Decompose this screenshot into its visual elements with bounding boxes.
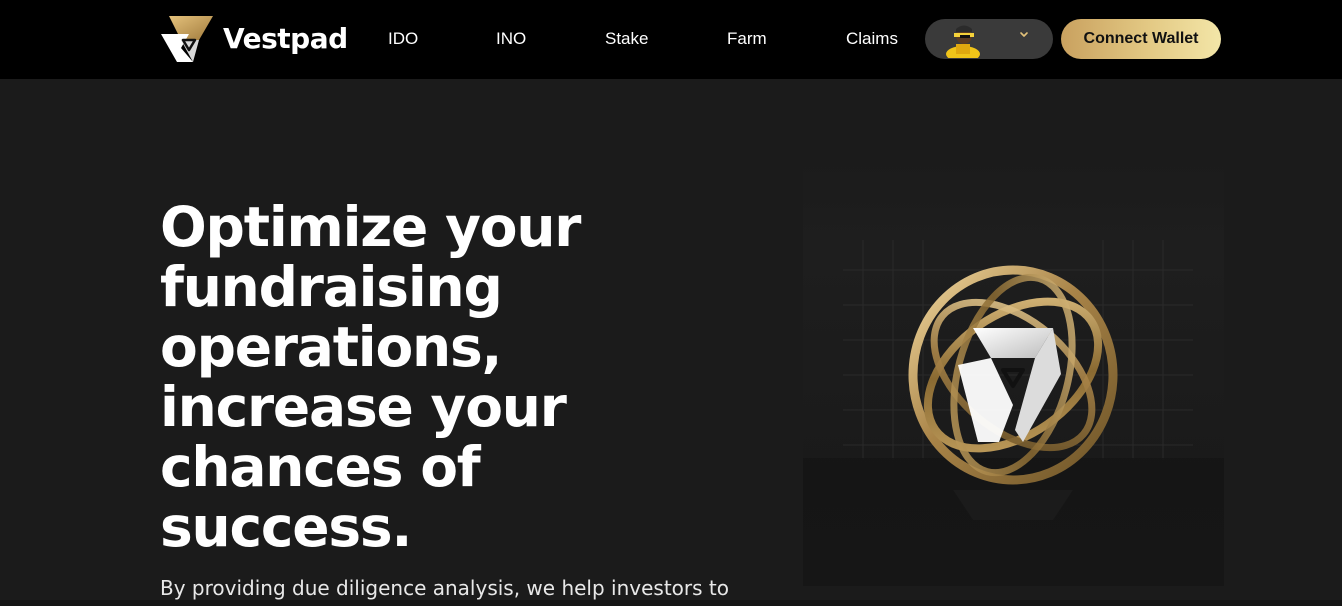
connect-wallet-button[interactable]: Connect Wallet — [1061, 19, 1221, 59]
hero-title: Optimize your fundraising operations, in… — [160, 197, 760, 557]
nav-link-ido[interactable]: IDO — [388, 29, 418, 49]
top-navbar: Vestpad IDO INO Stake Farm Claims Connec… — [0, 0, 1342, 79]
brand-name: Vestpad — [223, 21, 348, 55]
nav-link-ino[interactable]: INO — [496, 29, 526, 49]
profile-dropdown[interactable] — [925, 19, 1053, 59]
hero-title-line: success. — [160, 495, 412, 559]
hero-title-line: increase your — [160, 375, 567, 439]
vestpad-logo-icon — [161, 16, 213, 62]
gold-rings-logo-illustration — [803, 160, 1224, 586]
hero-title-line: Optimize your — [160, 195, 581, 259]
chevron-down-icon — [1020, 32, 1028, 37]
nav-link-claims[interactable]: Claims — [846, 29, 898, 49]
hero-title-line: chances of — [160, 435, 481, 499]
hero-title-line: operations, — [160, 315, 502, 379]
nav-link-stake[interactable]: Stake — [605, 29, 648, 49]
brand-logo-link[interactable]: Vestpad — [159, 14, 348, 64]
hero-title-line: fundraising — [160, 255, 503, 319]
nav-link-farm[interactable]: Farm — [727, 29, 767, 49]
page-bottom-edge — [0, 600, 1342, 606]
hero-subtitle: By providing due diligence analysis, we … — [160, 576, 729, 600]
avatar-icon — [946, 25, 980, 58]
